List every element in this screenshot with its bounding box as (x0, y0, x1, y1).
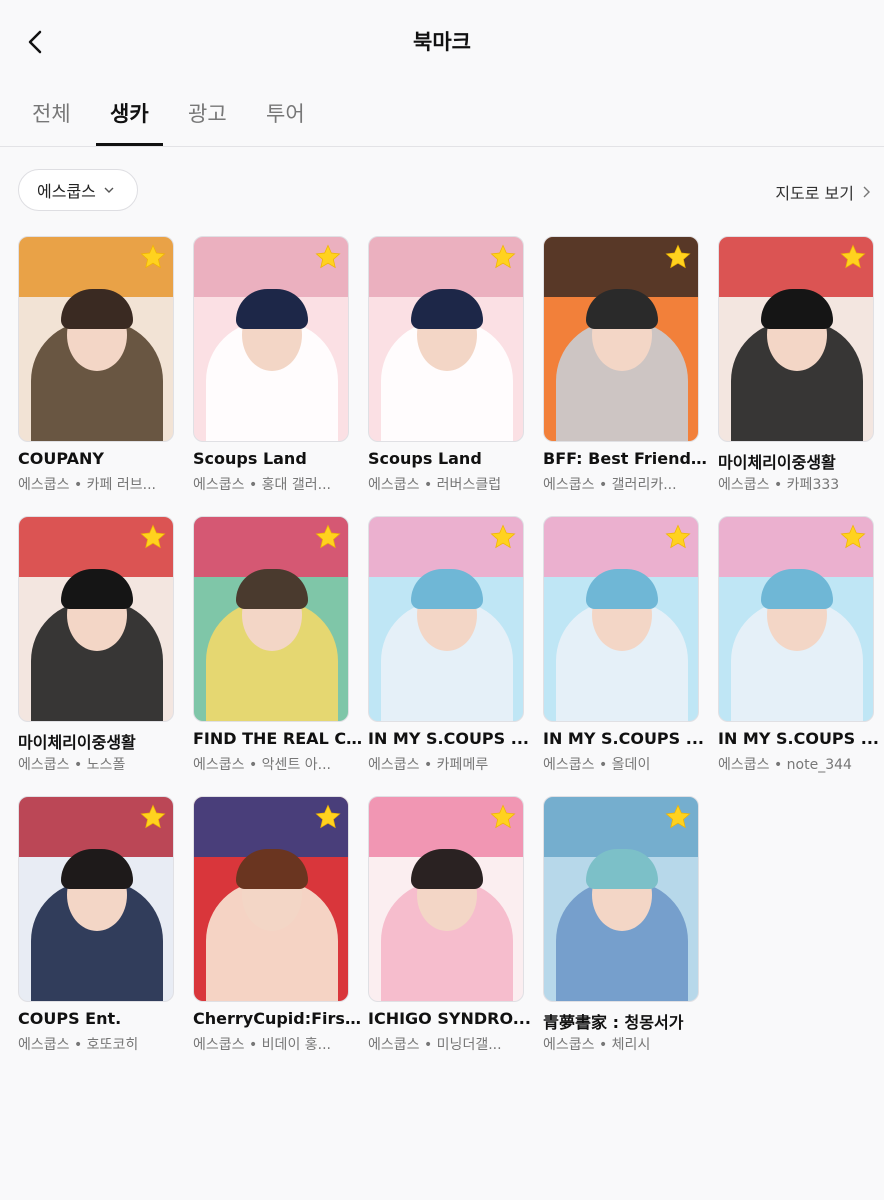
bookmark-star-icon[interactable] (664, 523, 692, 551)
cafe-name: 마이체리이중생활 (18, 733, 136, 752)
cafe-subtitle: 에스쿱스 • 올데이 (543, 757, 651, 773)
cafe-card[interactable]: IN MY S.COUPS ... 에스쿱스 • note_344 (718, 516, 879, 773)
cafe-card[interactable]: CherryCupid:Firs... 에스쿱스 • 비데이 홍... (193, 796, 363, 1053)
cafe-thumbnail (368, 796, 524, 1002)
bookmark-star-icon[interactable] (839, 523, 867, 551)
cafe-card[interactable]: ICHIGO SYNDRO... 에스쿱스 • 미닝더갤... (368, 796, 531, 1053)
page-title: 북마크 (413, 30, 471, 54)
bookmark-star-icon[interactable] (489, 803, 517, 831)
view-on-map-label: 지도로 보기 (775, 184, 854, 203)
bookmark-star-icon[interactable] (839, 243, 867, 271)
bookmark-star-icon[interactable] (139, 523, 167, 551)
bookmark-star-icon[interactable] (314, 803, 342, 831)
tab-cafe[interactable]: 생카 (110, 98, 149, 128)
tab-bar: 전체 생카 광고 투어 (0, 88, 884, 147)
bookmark-star-icon[interactable] (314, 523, 342, 551)
cafe-name: CherryCupid:Firs... (193, 1009, 363, 1028)
bookmark-star-icon[interactable] (664, 803, 692, 831)
cafe-subtitle: 에스쿱스 • 비데이 홍... (193, 1037, 331, 1053)
cafe-thumbnail (193, 796, 349, 1002)
cafe-name: BFF: Best Friends ... (543, 449, 713, 468)
cafe-thumbnail (718, 236, 874, 442)
cafe-thumbnail (543, 516, 699, 722)
cafe-subtitle: 에스쿱스 • 호또코히 (18, 1037, 139, 1053)
cafe-card[interactable]: COUPANY 에스쿱스 • 카페 러브... (18, 236, 174, 493)
cafe-name: FIND THE REAL C... (193, 729, 363, 748)
idol-filter-dropdown[interactable]: 에스쿱스 (18, 169, 138, 211)
cafe-thumbnail (368, 236, 524, 442)
cafe-subtitle: 에스쿱스 • 카페메루 (368, 757, 489, 773)
cafe-thumbnail (368, 516, 524, 722)
cafe-card[interactable]: 마이체리이중생활 에스쿱스 • 카페333 (718, 236, 874, 493)
cafe-name: Scoups Land (193, 449, 307, 468)
cafe-card[interactable]: Scoups Land 에스쿱스 • 러버스클럽 (368, 236, 524, 493)
cafe-subtitle: 에스쿱스 • 카페 러브... (18, 477, 156, 493)
cafe-name: IN MY S.COUPS ... (718, 729, 879, 748)
cafe-thumbnail (18, 796, 174, 1002)
tab-ad[interactable]: 광고 (188, 98, 227, 128)
cafe-card[interactable]: BFF: Best Friends ... 에스쿱스 • 갤러리카... (543, 236, 713, 493)
cafe-subtitle: 에스쿱스 • 노스폴 (18, 757, 126, 773)
active-tab-indicator (96, 143, 163, 146)
cafe-name: COUPANY (18, 449, 104, 468)
cafe-name: COUPS Ent. (18, 1009, 122, 1028)
cafe-name: ICHIGO SYNDRO... (368, 1009, 531, 1028)
cafe-thumbnail (193, 236, 349, 442)
cafe-subtitle: 에스쿱스 • 체리시 (543, 1037, 651, 1053)
cafe-subtitle: 에스쿱스 • 갤러리카... (543, 477, 677, 493)
cafe-card[interactable]: COUPS Ent. 에스쿱스 • 호또코히 (18, 796, 174, 1053)
cafe-thumbnail (543, 796, 699, 1002)
cafe-name: IN MY S.COUPS ... (368, 729, 529, 748)
bookmark-star-icon[interactable] (664, 243, 692, 271)
filter-label: 에스쿱스 (37, 182, 96, 201)
cafe-card[interactable]: IN MY S.COUPS ... 에스쿱스 • 올데이 (543, 516, 704, 773)
bookmark-star-icon[interactable] (139, 803, 167, 831)
cafe-name: Scoups Land (368, 449, 482, 468)
tab-tour[interactable]: 투어 (266, 98, 305, 128)
cafe-subtitle: 에스쿱스 • 미닝더갤... (368, 1037, 502, 1053)
cafe-subtitle: 에스쿱스 • 홍대 갤러... (193, 477, 331, 493)
cafe-card[interactable]: IN MY S.COUPS ... 에스쿱스 • 카페메루 (368, 516, 529, 773)
cafe-subtitle: 에스쿱스 • 러버스클럽 (368, 477, 502, 493)
bookmark-star-icon[interactable] (139, 243, 167, 271)
cafe-thumbnail (18, 236, 174, 442)
cafe-name: 마이체리이중생활 (718, 453, 836, 472)
chevron-down-icon (104, 187, 114, 193)
view-on-map-link[interactable]: 지도로 보기 (775, 180, 870, 204)
cafe-thumbnail (18, 516, 174, 722)
bookmark-star-icon[interactable] (314, 243, 342, 271)
chevron-right-icon (863, 186, 870, 198)
cafe-thumbnail (543, 236, 699, 442)
cafe-name: IN MY S.COUPS ... (543, 729, 704, 748)
cafe-card[interactable]: FIND THE REAL C... 에스쿱스 • 악센트 아... (193, 516, 363, 773)
bookmark-star-icon[interactable] (489, 243, 517, 271)
cafe-thumbnail (718, 516, 874, 722)
cafe-name: 青夢書家 : 청몽서가 (543, 1013, 684, 1032)
top-bar: 북마크 (0, 0, 884, 80)
cafe-card[interactable]: 마이체리이중생활 에스쿱스 • 노스폴 (18, 516, 174, 773)
bookmark-star-icon[interactable] (489, 523, 517, 551)
cafe-subtitle: 에스쿱스 • note_344 (718, 757, 852, 773)
cafe-thumbnail (193, 516, 349, 722)
tab-all[interactable]: 전체 (32, 98, 71, 128)
cafe-card[interactable]: Scoups Land 에스쿱스 • 홍대 갤러... (193, 236, 349, 493)
cafe-subtitle: 에스쿱스 • 악센트 아... (193, 757, 331, 773)
cafe-subtitle: 에스쿱스 • 카페333 (718, 477, 840, 493)
cafe-card[interactable]: 青夢書家 : 청몽서가 에스쿱스 • 체리시 (543, 796, 699, 1053)
